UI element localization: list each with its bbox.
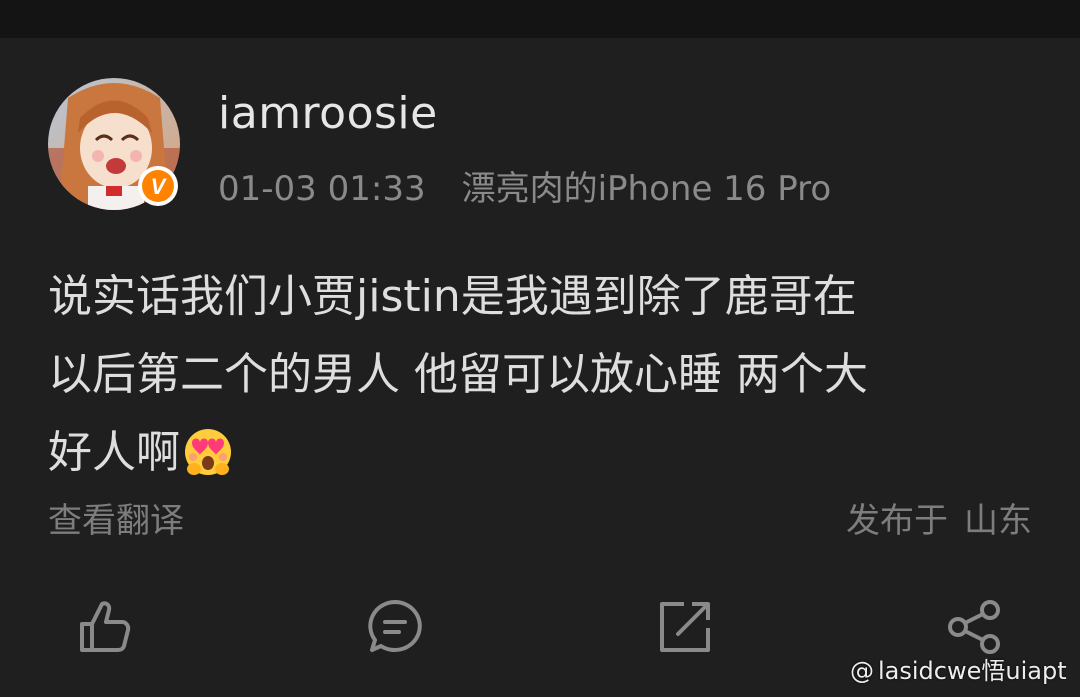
repost-icon xyxy=(660,602,710,652)
verified-badge-icon: V xyxy=(138,166,178,206)
translate-link[interactable]: 查看翻译 xyxy=(48,493,184,542)
comment-button[interactable] xyxy=(364,596,426,658)
location-place: 山东 xyxy=(964,501,1032,541)
comment-icon xyxy=(368,600,422,652)
post-line: 以后第二个的男人 他留可以放心睡 两个大 xyxy=(48,349,868,400)
top-bar xyxy=(0,0,1080,38)
post-location: 发布于 山东 xyxy=(846,493,1032,542)
watermark: @ lasidcwe悟uiapt xyxy=(850,651,1067,686)
device-label: 漂亮肉的iPhone 16 Pro xyxy=(461,169,832,209)
location-prefix: 发布于 xyxy=(846,501,948,541)
share-button[interactable] xyxy=(944,596,1006,658)
timestamp: 01-03 01:33 xyxy=(218,169,426,209)
share-icon xyxy=(948,600,1000,654)
username[interactable]: iamroosie xyxy=(218,88,438,139)
like-button[interactable] xyxy=(74,596,136,658)
svg-text:V: V xyxy=(151,174,168,199)
repost-button[interactable] xyxy=(654,596,716,658)
like-icon xyxy=(80,601,131,652)
watermark-at: @ xyxy=(850,657,874,685)
post-meta: 01-03 01:33 漂亮肉的iPhone 16 Pro xyxy=(218,161,831,210)
post-body: 说实话我们小贾jistin是我遇到除了鹿哥在 以后第二个的男人 他留可以放心睡 … xyxy=(48,258,1038,502)
watermark-text: lasidcwe悟uiapt xyxy=(878,657,1067,685)
post-line: 好人啊 xyxy=(48,414,1038,502)
smiling-face-with-heart-eyes-icon xyxy=(182,424,234,502)
post-line: 说实话我们小贾jistin是我遇到除了鹿哥在 xyxy=(48,271,857,322)
avatar[interactable]: V xyxy=(48,78,180,210)
